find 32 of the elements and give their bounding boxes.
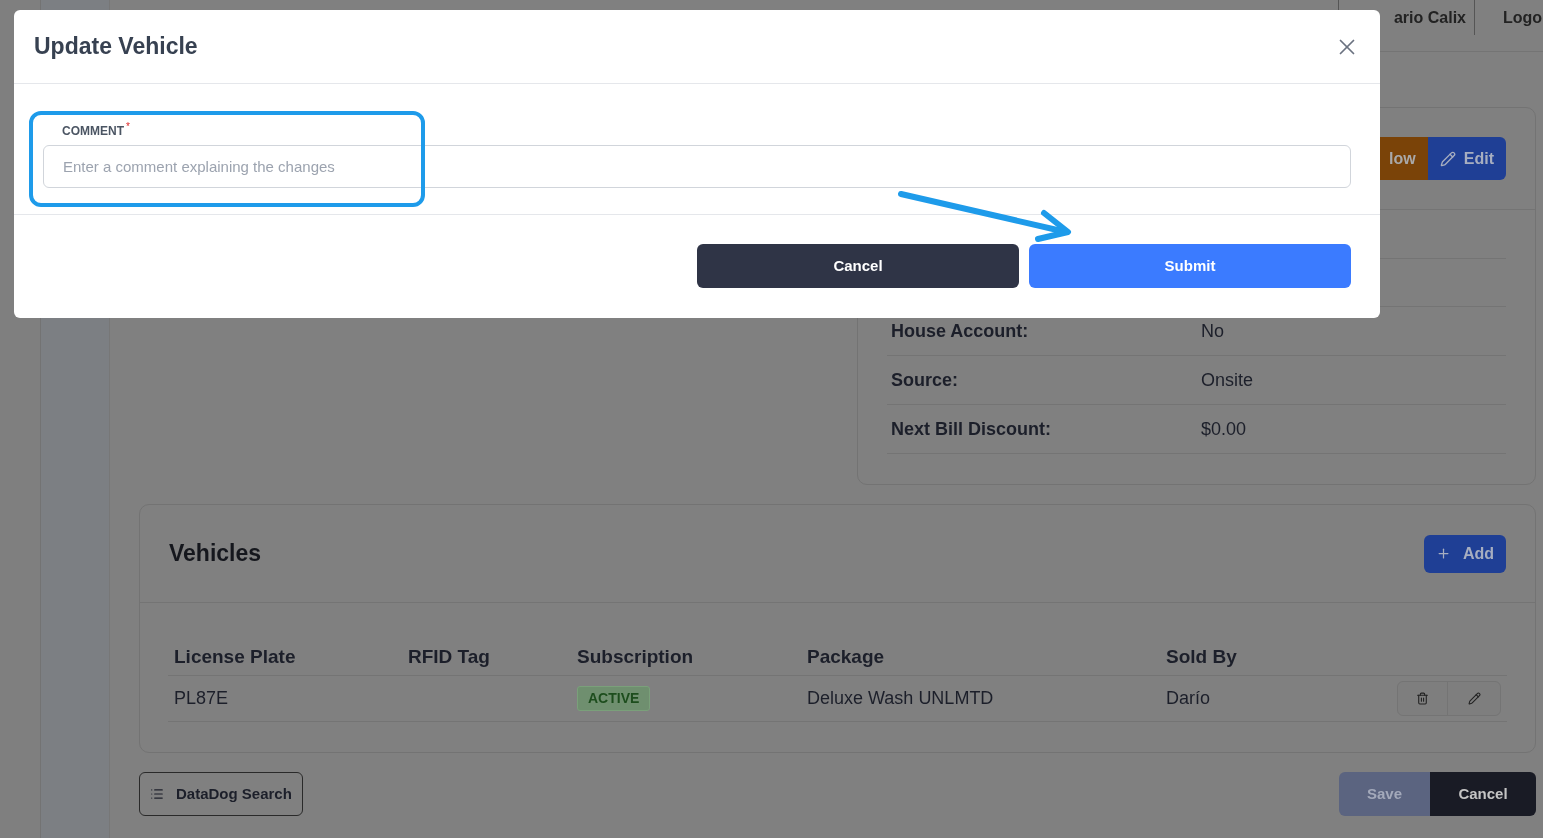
plus-icon <box>1435 546 1451 561</box>
detail-value: $0.00 <box>1201 417 1247 441</box>
table-cell-text: Darío <box>1166 687 1211 710</box>
list-icon <box>150 787 164 801</box>
submit-button[interactable]: Submit <box>1029 244 1351 288</box>
comment-field[interactable]: Enter a comment explaining the changes <box>43 145 1351 188</box>
detail-label: Source: <box>891 368 960 392</box>
field-label: COMMENT <box>62 123 124 140</box>
column-header: RFID Tag <box>408 645 491 670</box>
table-cell-text: PL87E <box>174 687 230 710</box>
pencil-icon <box>1467 692 1481 705</box>
cancel-button[interactable]: Cancel <box>1430 772 1536 816</box>
vehicles-title: Vehicles <box>169 539 262 569</box>
detail-label: House Account: <box>891 319 1030 343</box>
dialog-title: Update Vehicle <box>34 32 198 62</box>
edit-button[interactable]: Edit <box>1427 137 1506 180</box>
required-mark: * <box>126 122 130 132</box>
column-header: Subscription <box>577 645 695 670</box>
detail-label: Next Bill Discount: <box>891 417 1052 441</box>
column-header: Sold By <box>1166 645 1238 670</box>
status-badge: ACTIVE <box>577 686 651 711</box>
table-cell-text: Deluxe Wash UNLMTD <box>807 687 995 710</box>
detail-value: Onsite <box>1201 368 1254 392</box>
cancel-button[interactable]: Cancel <box>697 244 1019 288</box>
pencil-icon <box>1439 150 1456 167</box>
datadog-search-button[interactable]: DataDog Search <box>139 772 303 816</box>
logout-link[interactable]: Logo <box>1475 0 1543 35</box>
column-header: License Plate <box>174 645 297 670</box>
trash-icon <box>1416 692 1429 705</box>
column-header: Package <box>807 645 886 670</box>
add-button[interactable]: Add <box>1423 534 1506 573</box>
detail-value: No <box>1201 319 1224 343</box>
